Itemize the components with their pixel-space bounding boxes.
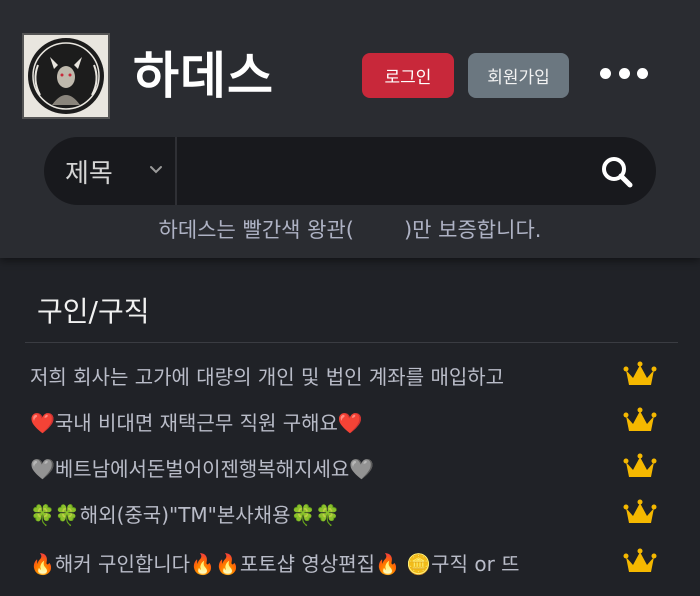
section-divider [25, 342, 678, 343]
search-field-label: 제목 [65, 158, 113, 189]
post-title: ❤️국내 비대면 재택근무 직원 구해요❤️ [30, 410, 363, 435]
crown-icon [623, 407, 657, 431]
section-title: 구인/구직 [37, 295, 150, 328]
dot [637, 67, 648, 79]
search-icon[interactable] [597, 154, 637, 190]
signup-button[interactable]: 회원가입 [468, 53, 569, 98]
search-divider [175, 137, 177, 205]
verification-notice: 하데스는 빨간색 왕관( )만 보증합니다. [0, 214, 700, 244]
notice-text-after: )만 보증합니다. [403, 218, 542, 242]
site-header: 하데스 로그인 회원가입 제목 하데스는 빨간색 왕관( )만 보증합니다. [0, 0, 700, 258]
site-logo[interactable] [22, 33, 110, 119]
crown-icon [623, 499, 657, 523]
crown-icon [623, 361, 657, 385]
post-title: 🩶베트남에서돈벌어이젠행복해지세요🩶 [30, 456, 375, 481]
hades-logo-icon [28, 38, 104, 114]
post-title: 🔥해커 구인합니다🔥🔥포토샵 영상편집🔥 🪙구직 or 뜨 [30, 551, 520, 576]
dot [600, 67, 611, 79]
search-input[interactable] [182, 145, 566, 199]
crown-icon [623, 453, 657, 477]
search-bar: 제목 [44, 137, 656, 205]
more-dots-icon[interactable] [600, 58, 648, 88]
chevron-down-icon [150, 166, 162, 174]
dot [618, 67, 630, 79]
post-item[interactable]: 🍀🍀해외(중국)"TM"본사채용🍀🍀 [30, 496, 670, 530]
crown-icon [623, 548, 657, 572]
site-title[interactable]: 하데스 [133, 36, 274, 108]
login-button[interactable]: 로그인 [362, 53, 454, 98]
search-field-select[interactable]: 제목 [44, 137, 175, 205]
post-item[interactable]: ❤️국내 비대면 재택근무 직원 구해요❤️ [30, 404, 670, 438]
post-item[interactable]: 🔥해커 구인합니다🔥🔥포토샵 영상편집🔥 🪙구직 or 뜨 [30, 545, 670, 579]
post-title: 저희 회사는 고가에 대량의 개인 및 법인 계좌를 매입하고 [30, 364, 505, 389]
post-item[interactable]: 저희 회사는 고가에 대량의 개인 및 법인 계좌를 매입하고 [30, 358, 670, 392]
post-title: 🍀🍀해외(중국)"TM"본사채용🍀🍀 [30, 502, 341, 527]
post-item[interactable]: 🩶베트남에서돈벌어이젠행복해지세요🩶 [30, 450, 670, 484]
notice-text-before: 하데스는 빨간색 왕관( [158, 218, 354, 242]
